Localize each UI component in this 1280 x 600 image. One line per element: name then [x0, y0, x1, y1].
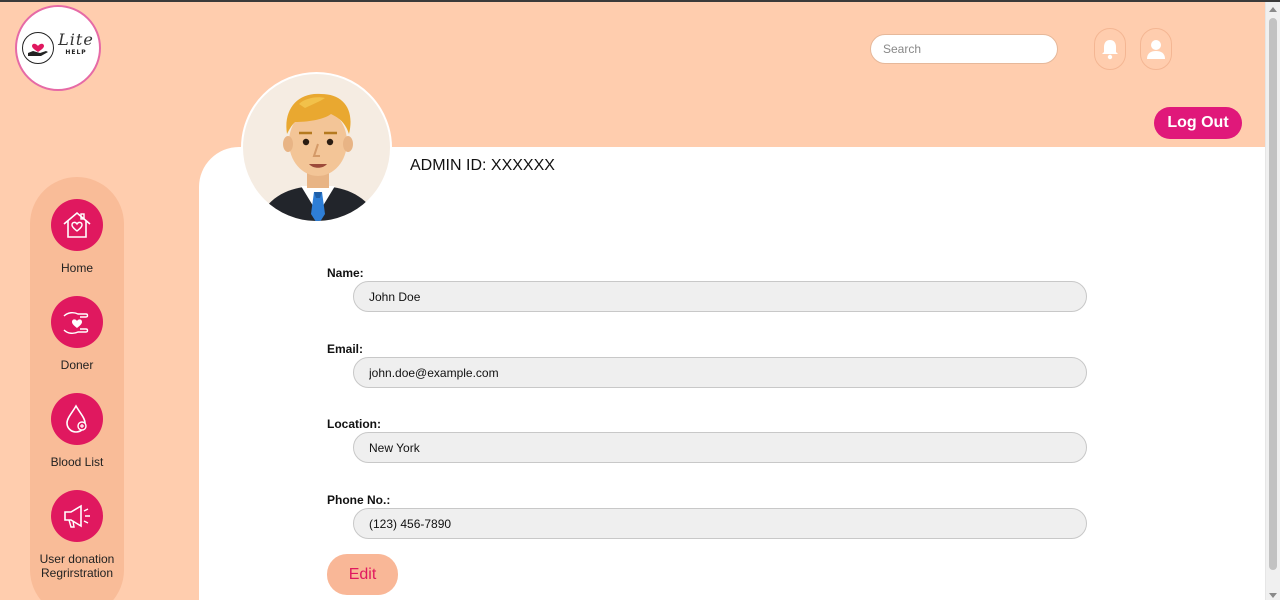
megaphone-icon	[51, 490, 103, 542]
profile-button[interactable]	[1140, 28, 1172, 70]
location-field[interactable]	[353, 432, 1087, 463]
vertical-scrollbar[interactable]	[1265, 2, 1280, 600]
email-field[interactable]	[353, 357, 1087, 388]
admin-id: ADMIN ID: XXXXXX	[410, 157, 555, 174]
sidebar-item-blood-list[interactable]: Blood List	[30, 393, 124, 469]
scroll-up-icon[interactable]	[1269, 7, 1277, 12]
blood-drop-icon	[51, 393, 103, 445]
name-label: Name:	[327, 266, 364, 280]
name-field[interactable]	[353, 281, 1087, 312]
scroll-thumb[interactable]	[1269, 18, 1277, 570]
logo-text: Lite HELP	[56, 29, 96, 67]
logo-script: Lite	[58, 30, 94, 49]
sidebar: Home Doner Blood List User donation Regr…	[30, 177, 124, 600]
home-heart-icon	[51, 199, 103, 251]
admin-avatar	[241, 72, 392, 223]
sidebar-item-user-donation-registration[interactable]: User donation Regrirstration	[30, 490, 124, 580]
phone-label: Phone No.:	[327, 493, 391, 507]
logo[interactable]: Lite HELP	[15, 5, 101, 91]
hand-heart-icon	[51, 296, 103, 348]
sidebar-item-label-line2: Regrirstration	[40, 566, 114, 580]
sidebar-item-label: Blood List	[50, 455, 104, 469]
sidebar-item-label-line1: User donation	[39, 552, 115, 566]
search-input[interactable]	[870, 34, 1058, 64]
sidebar-item-label: User donation Regrirstration	[30, 552, 124, 580]
scroll-down-icon[interactable]	[1269, 593, 1277, 598]
sidebar-item-label: Home	[60, 261, 93, 275]
location-label: Location:	[327, 417, 381, 431]
logo-inner: Lite HELP	[22, 29, 94, 67]
email-label: Email:	[327, 342, 364, 356]
logout-button[interactable]: Log Out	[1154, 107, 1242, 139]
notifications-button[interactable]	[1094, 28, 1126, 70]
phone-field[interactable]	[353, 508, 1087, 539]
sidebar-item-doner[interactable]: Doner	[30, 296, 124, 372]
hand-heart-logo-icon	[22, 32, 54, 64]
sidebar-item-label: Doner	[60, 358, 94, 372]
app-root: Lite HELP Log Out	[0, 0, 1280, 600]
bell-icon	[1102, 40, 1118, 60]
user-icon	[1147, 40, 1165, 59]
edit-button[interactable]: Edit	[327, 554, 398, 595]
sidebar-item-home[interactable]: Home	[30, 199, 124, 275]
